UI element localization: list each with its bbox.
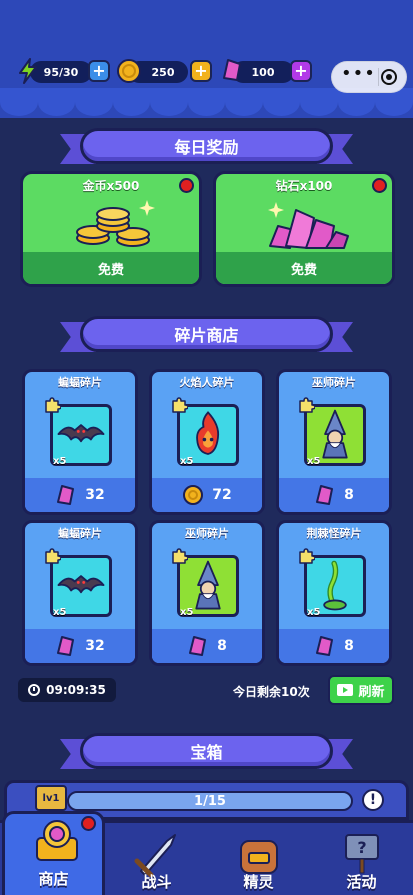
notification-dot: [81, 816, 96, 831]
claim-free-button[interactable]: 免费: [216, 252, 392, 284]
buy-shard-button[interactable]: 32: [25, 478, 135, 512]
shard-price: 32: [85, 638, 105, 654]
clock-icon: [28, 684, 41, 696]
daily-reward-gems[interactable]: 钻石x100 免费: [213, 171, 395, 287]
add-coins-button[interactable]: +: [190, 60, 212, 82]
puzzle-piece-icon: [172, 548, 188, 564]
coin-icon: [115, 56, 143, 86]
capsule-divider: [377, 68, 379, 86]
svg-text:?: ?: [357, 838, 366, 857]
shard-name: 蝙蝠碎片: [58, 527, 102, 540]
tab-label: 活动: [346, 873, 377, 891]
shard-name: 荆棘怪碎片: [306, 527, 362, 540]
refresh-label: 刷新: [358, 684, 385, 700]
tab-battle[interactable]: 战斗: [105, 823, 208, 895]
daily-rewards-banner: 每日奖励: [60, 128, 353, 166]
shard-quantity: x5: [53, 607, 67, 618]
shard-name: 巫师碎片: [312, 376, 356, 389]
shard-quantity: x5: [307, 456, 321, 467]
tab-label: 战斗: [141, 873, 172, 891]
chest-progress-bar: 1/15: [67, 791, 353, 811]
gem-icon: [218, 56, 246, 86]
puzzle-piece-icon: [299, 548, 315, 564]
gem-icon: [316, 636, 334, 656]
chest-progress: 1/15: [194, 793, 226, 809]
bottom-tab-bar: 商店 战斗 精灵 ? 活动: [0, 811, 413, 895]
lightning-icon: [14, 56, 42, 86]
shop-icon: [36, 820, 78, 861]
chest-level: lv1: [42, 792, 60, 804]
shard-card[interactable]: 火焰人碎片 x5 72: [149, 369, 265, 515]
puzzle-piece-icon: [45, 397, 61, 413]
gem-value: 100: [251, 65, 275, 79]
puzzle-piece-icon: [45, 548, 61, 564]
buy-shard-button[interactable]: 32: [25, 629, 135, 663]
shard-name: 蝙蝠碎片: [58, 376, 102, 389]
shard-card[interactable]: 荆棘怪碎片 x5 8: [276, 520, 392, 666]
shard-price: 72: [212, 487, 232, 503]
gem-pile-icon: [268, 202, 349, 249]
coin-icon: [183, 485, 204, 505]
chest-title: 宝箱: [190, 743, 223, 762]
shard-card[interactable]: 巫师碎片 x5 8: [149, 520, 265, 666]
shard-quantity: x5: [180, 456, 194, 467]
notification-dot: [179, 178, 194, 193]
daily-rewards-title: 每日奖励: [174, 138, 239, 157]
tab-spirits[interactable]: 精灵: [207, 823, 310, 895]
refresh-timer: 09:09:35: [18, 678, 116, 702]
buy-shard-button[interactable]: 72: [152, 478, 262, 512]
daily-reward-title: 钻石x100: [275, 179, 333, 193]
shard-price: 8: [217, 638, 227, 654]
mini-program-capsule: •••: [331, 61, 407, 93]
coin-value: 250: [151, 65, 175, 79]
buy-shard-button[interactable]: 8: [152, 629, 262, 663]
shard-price: 32: [85, 487, 105, 503]
add-energy-button[interactable]: +: [88, 60, 110, 82]
info-button[interactable]: !: [362, 789, 384, 811]
tab-label: 精灵: [243, 873, 274, 891]
daily-reward-coins[interactable]: 金币x500 免费: [20, 171, 202, 287]
gem-icon: [189, 636, 207, 656]
tab-shop[interactable]: 商店: [2, 811, 105, 895]
shard-quantity: x5: [53, 456, 67, 467]
refresh-button[interactable]: 刷新: [328, 675, 394, 705]
close-target-icon[interactable]: [380, 69, 397, 85]
claim-free-button[interactable]: 免费: [23, 252, 199, 284]
chest-banner: 宝箱: [60, 733, 353, 771]
shard-card[interactable]: 蝙蝠碎片 x5 32: [22, 520, 138, 666]
shard-price: 8: [344, 638, 354, 654]
shard-shop-title: 碎片商店: [174, 326, 239, 345]
claim-free-label: 免费: [290, 262, 317, 278]
shard-quantity: x5: [180, 607, 194, 618]
shard-shop-banner: 碎片商店: [60, 316, 353, 354]
tab-label: 商店: [38, 870, 69, 888]
gem-icon: [57, 485, 75, 505]
puzzle-piece-icon: [299, 397, 315, 413]
daily-reward-title: 金币x500: [82, 179, 140, 193]
gem-icon: [57, 636, 75, 656]
chest-level-icon: lv1: [35, 785, 67, 811]
buy-shard-button[interactable]: 8: [279, 629, 389, 663]
tab-events[interactable]: ? 活动: [310, 823, 413, 895]
add-gems-button[interactable]: +: [290, 60, 312, 82]
remaining-count: 今日剩余10次: [233, 685, 310, 699]
notification-dot: [372, 178, 387, 193]
shard-card[interactable]: 蝙蝠碎片 x5 32: [22, 369, 138, 515]
puzzle-piece-icon: [172, 397, 188, 413]
more-icon[interactable]: •••: [341, 65, 376, 83]
shard-card[interactable]: 巫师碎片 x5 8: [276, 369, 392, 515]
shard-quantity: x5: [307, 607, 321, 618]
timer-value: 09:09:35: [46, 683, 106, 697]
buy-shard-button[interactable]: 8: [279, 478, 389, 512]
shard-name: 巫师碎片: [185, 527, 229, 540]
shard-price: 8: [344, 487, 354, 503]
energy-value: 95/30: [43, 65, 79, 79]
video-ad-icon: [337, 684, 354, 696]
shard-name: 火焰人碎片: [179, 376, 235, 389]
claim-free-label: 免费: [97, 262, 124, 278]
coin-stack-icon: [76, 200, 155, 247]
gem-icon: [316, 485, 334, 505]
